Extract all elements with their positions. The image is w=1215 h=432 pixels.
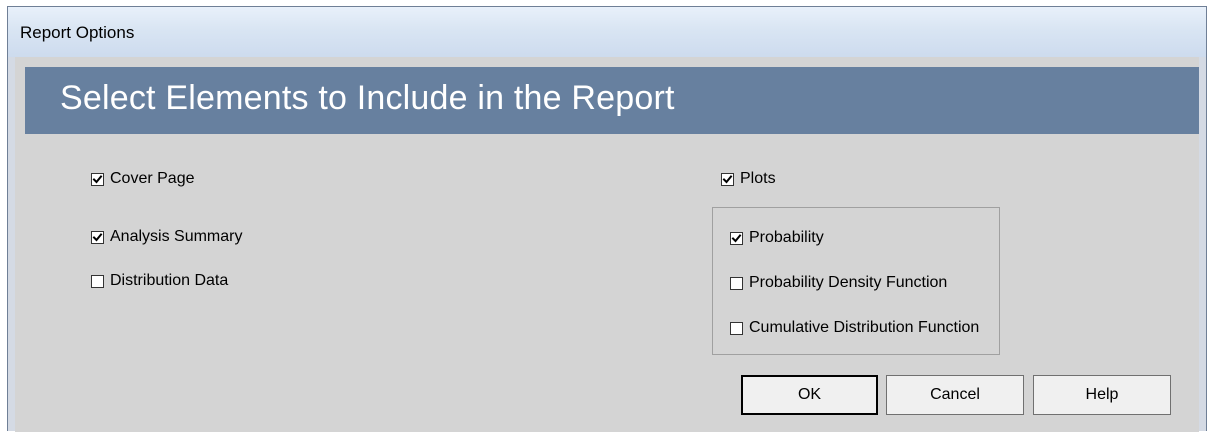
plots-checkbox[interactable]: Plots (721, 170, 776, 188)
cancel-button[interactable]: Cancel (886, 375, 1024, 415)
probability-checkbox[interactable]: Probability (730, 229, 824, 247)
cover-page-checkbox[interactable]: Cover Page (91, 170, 195, 188)
header-banner: Select Elements to Include in the Report (25, 67, 1199, 134)
banner-heading: Select Elements to Include in the Report (60, 79, 675, 117)
window-title: Report Options (20, 23, 135, 42)
pdf-checkbox[interactable]: Probability Density Function (730, 274, 947, 292)
checkbox-box[interactable] (730, 231, 743, 245)
checkbox-box[interactable] (730, 321, 743, 335)
analysis-summary-label: Analysis Summary (110, 228, 243, 245)
checkbox-box[interactable] (721, 172, 734, 186)
check-mark-icon (722, 174, 733, 183)
checkbox-box[interactable] (730, 276, 743, 290)
cover-page-label: Cover Page (110, 170, 195, 187)
help-button[interactable]: Help (1033, 375, 1171, 415)
checkbox-box[interactable] (91, 230, 104, 244)
plots-label: Plots (740, 170, 776, 187)
dialog-body: Select Elements to Include in the Report… (15, 57, 1199, 432)
checkbox-box[interactable] (91, 172, 104, 186)
checkbox-box[interactable] (91, 274, 104, 288)
check-mark-icon (731, 233, 742, 242)
probability-label: Probability (749, 229, 824, 246)
pdf-label: Probability Density Function (749, 274, 948, 291)
distribution-data-label: Distribution Data (110, 272, 229, 289)
report-options-dialog: Report Options Select Elements to Includ… (7, 6, 1207, 432)
analysis-summary-checkbox[interactable]: Analysis Summary (91, 228, 242, 246)
cdf-label: Cumulative Distribution Function (749, 319, 980, 336)
check-mark-icon (92, 232, 103, 241)
title-bar[interactable]: Report Options (8, 7, 1206, 57)
check-mark-icon (92, 174, 103, 183)
cdf-checkbox[interactable]: Cumulative Distribution Function (730, 319, 979, 337)
distribution-data-checkbox[interactable]: Distribution Data (91, 272, 228, 290)
ok-button[interactable]: OK (741, 375, 878, 415)
